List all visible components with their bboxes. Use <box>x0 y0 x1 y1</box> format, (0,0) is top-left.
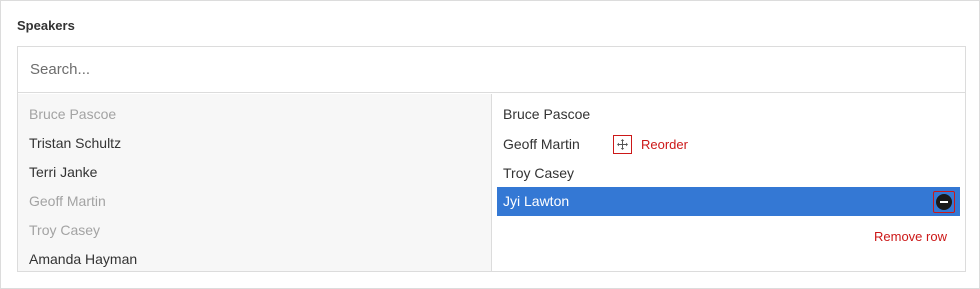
relationship-field: Speakers Bruce Pascoe Tristan Schultz Te… <box>0 0 980 289</box>
choice-item[interactable]: Terri Janke <box>29 161 97 183</box>
selected-item[interactable]: Troy Casey <box>497 159 960 188</box>
move-handle-icon[interactable] <box>613 135 632 154</box>
field-label: Speakers <box>17 18 75 33</box>
search-bar <box>18 47 965 93</box>
selected-item-label: Bruce Pascoe <box>503 106 591 122</box>
relationship-picker: Bruce Pascoe Tristan Schultz Terri Janke… <box>17 46 966 272</box>
search-input[interactable] <box>18 47 965 92</box>
choice-item[interactable]: Tristan Schultz <box>29 132 121 154</box>
remove-icon[interactable] <box>936 194 952 210</box>
selected-item-label: Jyi Lawton <box>503 193 570 209</box>
remove-row-outline[interactable] <box>933 191 955 213</box>
choice-item: Bruce Pascoe <box>29 106 117 122</box>
reorder-annotation: Reorder <box>641 137 688 152</box>
choice-item: Geoff Martin <box>29 193 106 209</box>
selected-list: Bruce Pascoe Geoff Martin Reorder Troy C… <box>492 94 965 271</box>
choice-item[interactable]: Amanda Hayman <box>29 248 137 270</box>
selected-item-active[interactable]: Jyi Lawton <box>497 187 960 216</box>
selected-item[interactable]: Geoff Martin Reorder <box>497 130 960 159</box>
choice-item: Troy Casey <box>29 222 101 238</box>
choices-list[interactable]: Bruce Pascoe Tristan Schultz Terri Janke… <box>18 94 492 271</box>
selected-item-label: Geoff Martin <box>503 136 580 152</box>
remove-row-annotation: Remove row <box>874 229 947 244</box>
selected-item-label: Troy Casey <box>503 165 575 181</box>
selected-item[interactable]: Bruce Pascoe <box>497 100 960 129</box>
